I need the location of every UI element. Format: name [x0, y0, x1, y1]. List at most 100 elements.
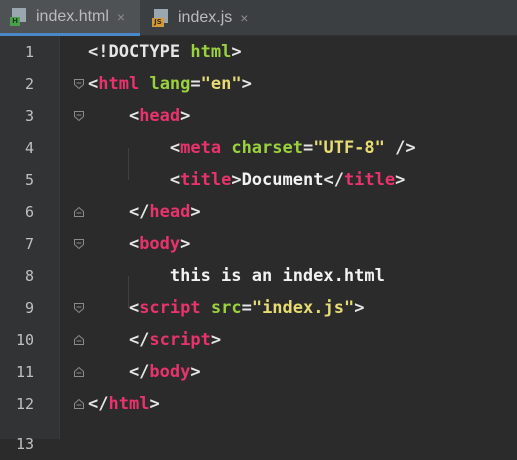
- code-token: >: [354, 298, 365, 318]
- code-token: <: [88, 170, 181, 190]
- code-line[interactable]: 11 </body>: [0, 356, 517, 388]
- code-token: src: [210, 298, 242, 318]
- code-token: >: [149, 394, 160, 414]
- code-token: =: [302, 138, 314, 158]
- code-token: head: [139, 106, 181, 126]
- line-number: 13: [15, 435, 34, 453]
- code-token: body: [139, 234, 181, 254]
- code-line[interactable]: 9 <script src="index.js">: [0, 292, 517, 324]
- code-token: title: [180, 170, 232, 190]
- code-line[interactable]: 5 <title>Document</title>: [0, 164, 517, 196]
- js-file-icon: JS: [152, 9, 170, 27]
- tab-index-js[interactable]: JS index.js ×: [140, 0, 258, 36]
- code-text: </html>: [88, 388, 160, 420]
- code-line[interactable]: 10 </script>: [0, 324, 517, 356]
- code-token: <: [88, 106, 140, 126]
- tab-label: index.html: [36, 7, 109, 25]
- line-number: 8: [24, 267, 34, 285]
- code-text: </script>: [88, 324, 221, 356]
- code-token: >: [180, 106, 191, 126]
- code-text: <!DOCTYPE html>: [88, 36, 242, 68]
- code-token: <: [88, 298, 140, 318]
- code-text: <html lang="en">: [88, 68, 252, 100]
- code-token: >: [231, 170, 242, 190]
- code-line[interactable]: 3 <head>: [0, 100, 517, 132]
- fold-collapse-icon[interactable]: [73, 238, 85, 250]
- tab-label: index.js: [178, 9, 233, 26]
- code-line[interactable]: 2 <html lang="en">: [0, 68, 517, 100]
- fold-collapse-icon[interactable]: [73, 110, 85, 122]
- code-token: >: [395, 170, 406, 190]
- close-icon[interactable]: ×: [240, 10, 248, 26]
- code-token: <: [88, 138, 181, 158]
- fold-end-icon[interactable]: [73, 366, 85, 378]
- code-token: lang: [149, 74, 191, 94]
- code-line[interactable]: 12 </html>: [0, 388, 517, 420]
- code-token: >: [241, 74, 252, 94]
- line-number: 4: [24, 139, 34, 157]
- line-number: 3: [24, 107, 34, 125]
- code-token: body: [149, 362, 191, 382]
- code-token: </: [323, 170, 344, 190]
- code-token: "UTF-8": [313, 138, 385, 158]
- code-token: >: [231, 42, 242, 62]
- code-text: <title>Document</title>: [88, 164, 406, 196]
- tab-index-html[interactable]: H index.html ×: [0, 0, 140, 36]
- code-token: title: [343, 170, 396, 190]
- code-token: </: [88, 330, 150, 350]
- code-text: <meta charset="UTF-8" />: [88, 132, 416, 164]
- line-number: 1: [24, 43, 34, 61]
- fold-end-icon[interactable]: [73, 334, 85, 346]
- code-token: html: [98, 74, 140, 94]
- html-file-icon: H: [10, 7, 28, 26]
- fold-collapse-icon[interactable]: [73, 78, 85, 90]
- code-text: </body>: [88, 356, 201, 388]
- fold-collapse-icon[interactable]: [73, 302, 85, 314]
- line-number: 9: [24, 299, 34, 317]
- code-text: <head>: [88, 100, 190, 132]
- code-token: </: [88, 202, 150, 222]
- line-number: 7: [24, 235, 34, 253]
- code-line[interactable]: 6 </head>: [0, 196, 517, 228]
- close-icon[interactable]: ×: [117, 9, 125, 25]
- line-number: 11: [15, 363, 34, 381]
- code-text: </head>: [88, 196, 201, 228]
- code-token: >: [190, 362, 201, 382]
- code-line[interactable]: 4 <meta charset="UTF-8" />: [0, 132, 517, 164]
- code-token: html: [108, 394, 150, 414]
- code-token: <!DOCTYPE: [88, 42, 191, 62]
- line-number: 2: [24, 75, 34, 93]
- line-number: 6: [24, 203, 34, 221]
- line-number: 12: [15, 395, 34, 413]
- fold-end-icon[interactable]: [73, 206, 85, 218]
- code-editor[interactable]: 1 <!DOCTYPE html> 2 <html lang="en"> 3 <head…: [0, 36, 517, 453]
- code-token: script: [139, 298, 201, 318]
- code-token: meta: [180, 138, 222, 158]
- code-token: "en": [200, 74, 242, 94]
- code-token: this is an index.html: [88, 266, 385, 286]
- code-token: charset: [231, 138, 303, 158]
- code-token: script: [149, 330, 211, 350]
- code-token: </: [88, 394, 109, 414]
- code-line[interactable]: 1 <!DOCTYPE html>: [0, 36, 517, 68]
- code-token: >: [180, 234, 191, 254]
- code-token: <: [88, 74, 99, 94]
- code-token: "index.js": [251, 298, 355, 318]
- code-token: head: [149, 202, 191, 222]
- code-line[interactable]: 8 this is an index.html: [0, 260, 517, 292]
- code-text: this is an index.html: [88, 260, 385, 292]
- fold-end-icon[interactable]: [73, 398, 85, 410]
- line-number: 5: [24, 171, 34, 189]
- line-number: 10: [15, 331, 34, 349]
- code-token: <: [88, 234, 140, 254]
- code-text: <body>: [88, 228, 190, 260]
- code-token: />: [384, 138, 416, 158]
- code-token: =: [190, 74, 201, 94]
- code-token: >: [190, 202, 201, 222]
- code-token: >: [210, 330, 222, 350]
- code-token: html: [190, 42, 232, 62]
- code-line[interactable]: 7 <body>: [0, 228, 517, 260]
